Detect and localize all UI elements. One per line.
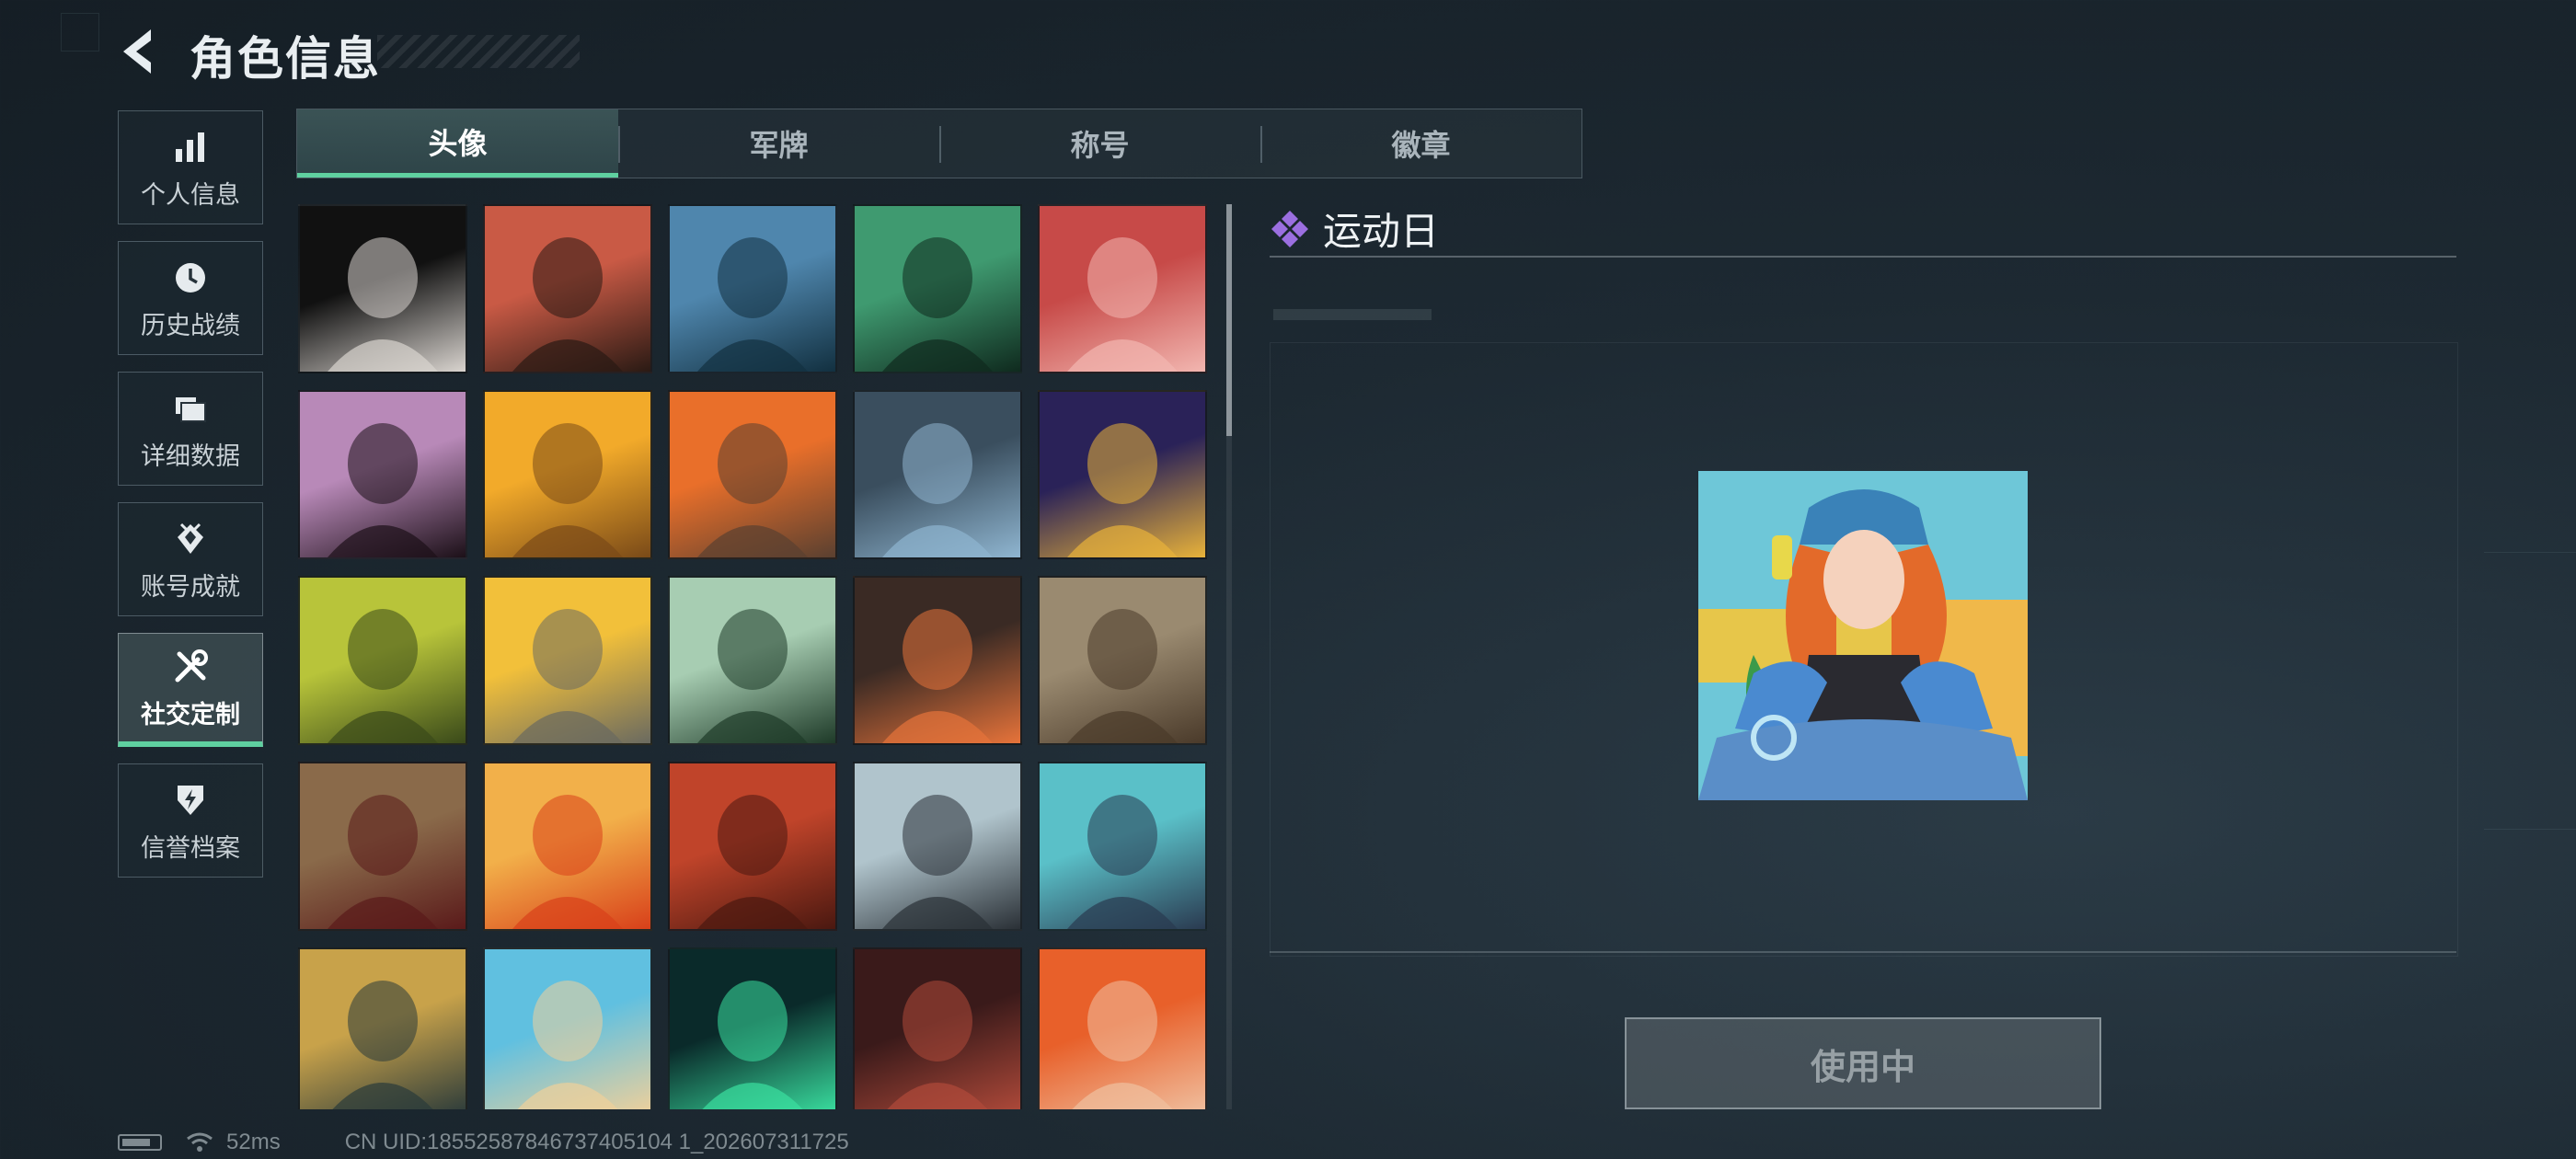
avatar-art — [328, 423, 438, 557]
avatar-art — [882, 423, 993, 557]
back-arrow-icon — [123, 29, 151, 74]
avatar-art — [697, 609, 808, 743]
folder-icon — [168, 386, 213, 430]
title-decoration — [377, 35, 580, 68]
sidebar-item-history[interactable]: 历史战绩 — [118, 241, 263, 355]
avatar-option-chili-fries[interactable] — [483, 762, 652, 931]
selected-avatar-name: 运动日 — [1323, 210, 1440, 253]
avatar-option-red-hair-woman[interactable] — [668, 762, 837, 931]
avatar-option-way-out-sign[interactable] — [668, 576, 837, 745]
avatar-option-chocolate-triangle[interactable] — [483, 390, 652, 559]
avatar-option-stone-creature[interactable] — [483, 576, 652, 745]
tab-badge[interactable]: 徽章 — [1260, 109, 1581, 178]
avatar-option-soldier-plane[interactable] — [668, 390, 837, 559]
avatar-option-orange-feather[interactable] — [853, 576, 1022, 745]
avatar-option-headset-operator[interactable] — [853, 204, 1022, 373]
decor-frame-top-left — [61, 13, 99, 52]
sidebar-item-label: 个人信息 — [141, 180, 240, 209]
avatar-option-scales-emblem[interactable] — [298, 762, 467, 931]
avatar-art — [1067, 609, 1178, 743]
sidebar-item-label: 账号成就 — [141, 572, 240, 601]
avatar-art — [512, 609, 623, 743]
tab-dog-tag[interactable]: 军牌 — [618, 109, 939, 178]
avatar-option-cat-medal[interactable] — [483, 947, 652, 1109]
avatar-option-rusty-truck[interactable] — [1038, 576, 1207, 745]
avatar-art — [512, 237, 623, 372]
avatar-art — [697, 237, 808, 372]
network-ping: 52ms — [226, 1130, 281, 1154]
avatar-art — [882, 609, 993, 743]
avatar-preview — [1698, 471, 2028, 800]
tab-bar: 头像 军牌 称号 徽章 — [296, 109, 1582, 178]
avatar-option-gothic-doll[interactable] — [298, 204, 467, 373]
avatar-option-mountain-peak[interactable] — [853, 762, 1022, 931]
tab-avatar[interactable]: 头像 — [297, 109, 618, 178]
decor-frame-right — [2484, 552, 2576, 830]
avatar-option-bearded-soldier[interactable] — [483, 204, 652, 373]
avatar-option-pink-hair-girl[interactable] — [298, 390, 467, 559]
sidebar-item-label: 详细数据 — [141, 442, 240, 470]
avatar-art — [1067, 795, 1178, 929]
avatar-art — [882, 237, 993, 372]
avatar-option-pilot[interactable] — [668, 204, 837, 373]
avatar-art — [697, 423, 808, 557]
bar-chart-icon — [168, 125, 213, 169]
detail-divider — [1270, 256, 2456, 258]
avatar-art — [517, 981, 618, 1109]
avatar-grid — [298, 204, 1218, 1109]
history-clock-icon — [168, 256, 213, 300]
detail-divider-bottom — [1270, 951, 2456, 953]
battery-icon — [118, 1134, 162, 1151]
avatar-art — [697, 795, 808, 929]
avatar-art — [328, 237, 438, 372]
tab-title[interactable]: 称号 — [939, 109, 1260, 178]
status-bar: 52ms CN UID:18552587846737405104 1_20260… — [118, 1130, 849, 1155]
avatar-art — [332, 981, 433, 1109]
back-button[interactable] — [112, 24, 167, 79]
avatar-art — [887, 981, 988, 1109]
credit-badge-icon — [168, 778, 213, 822]
sidebar-item-social-custom[interactable]: 社交定制 — [118, 633, 263, 747]
sidebar-item-personal-info[interactable]: 个人信息 — [118, 110, 263, 224]
sidebar: 个人信息 历史战绩 详细数据 账号成就 社交定制 信誉档案 — [118, 110, 265, 894]
avatar-option-neon-logo[interactable] — [668, 947, 837, 1109]
tools-icon — [168, 645, 213, 689]
avatar-scrollbar-thumb[interactable] — [1226, 204, 1232, 436]
detail-header: 运动日 — [1270, 201, 1439, 257]
avatar-art — [1067, 423, 1178, 557]
avatar-art — [328, 609, 438, 743]
avatar-option-red-helmet[interactable] — [1038, 204, 1207, 373]
sidebar-item-label: 社交定制 — [141, 701, 240, 729]
avatar-option-music-lounge[interactable] — [1038, 762, 1207, 931]
sidebar-item-achievements[interactable]: 账号成就 — [118, 502, 263, 616]
user-uid: CN UID:18552587846737405104 1_2026073117… — [344, 1130, 849, 1154]
avatar-option-goggles-pirate[interactable] — [853, 947, 1022, 1109]
avatar-option-exit-door[interactable] — [298, 576, 467, 745]
avatar-option-monkey-reader[interactable] — [1038, 947, 1207, 1109]
avatar-option-golden-book[interactable] — [1038, 390, 1207, 559]
avatar-option-alligator-sign[interactable] — [298, 947, 467, 1109]
page-title: 角色信息 — [190, 33, 381, 85]
sidebar-item-credit-record[interactable]: 信誉档案 — [118, 763, 263, 878]
sidebar-item-label: 历史战绩 — [141, 311, 240, 339]
sidebar-item-label: 信誉档案 — [141, 833, 240, 862]
avatar-art — [512, 423, 623, 557]
rarity-diamond-icon — [1271, 210, 1308, 247]
wifi-icon — [187, 1132, 213, 1152]
detail-subtitle-placeholder — [1273, 309, 1432, 320]
avatar-art — [1067, 237, 1178, 372]
in-use-button[interactable]: 使用中 — [1625, 1017, 2101, 1109]
avatar-option-sniper-scope[interactable] — [853, 390, 1022, 559]
avatar-art — [1072, 981, 1173, 1109]
achievement-icon — [168, 517, 213, 561]
avatar-art — [702, 981, 803, 1109]
sidebar-item-detailed-data[interactable]: 详细数据 — [118, 372, 263, 486]
avatar-art — [882, 795, 993, 929]
avatar-art — [512, 795, 623, 929]
avatar-art — [328, 795, 438, 929]
